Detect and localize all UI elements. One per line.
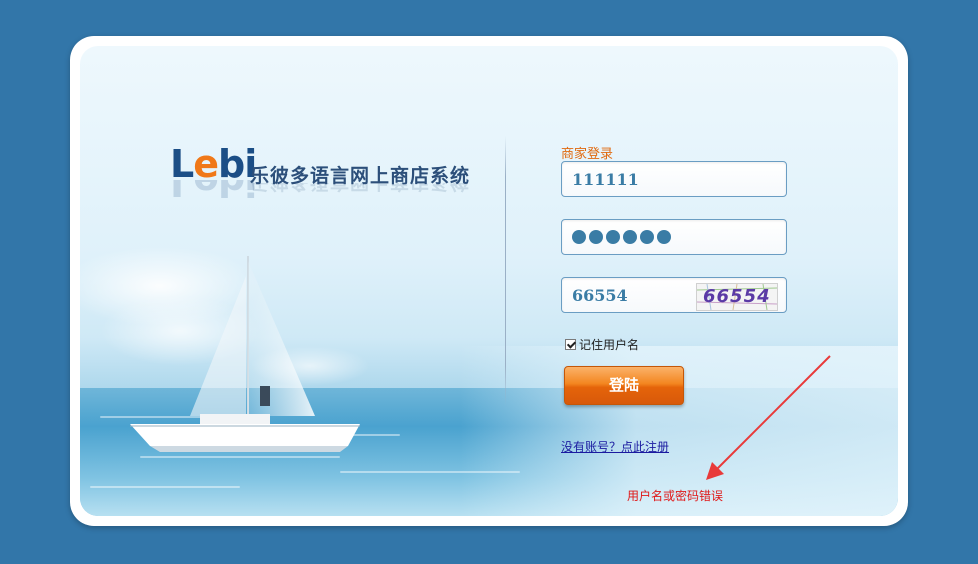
checkbox-checked-icon[interactable]	[565, 339, 576, 350]
system-title-reflection: 乐彼多语言网上商店系统	[250, 183, 470, 197]
password-dot	[657, 230, 671, 244]
remember-username[interactable]: 记住用户名	[565, 336, 639, 353]
login-card: Lebi Lebi 乐彼多语言网上商店系统 乐彼多语言网上商店系统 商家登录	[70, 36, 908, 526]
captcha-code: 66554	[703, 286, 771, 307]
logo-reflection-l: L	[170, 180, 194, 202]
remember-label: 记住用户名	[579, 338, 640, 352]
login-panel-background: Lebi Lebi 乐彼多语言网上商店系统 乐彼多语言网上商店系统 商家登录	[80, 46, 898, 516]
form-title: 商家登录	[561, 147, 614, 162]
logo-reflection: Lebi	[170, 180, 256, 202]
username-input[interactable]	[562, 162, 786, 196]
captcha-input[interactable]	[562, 278, 702, 312]
sailboat-image	[130, 256, 360, 452]
register-link[interactable]: 没有账号？点此注册	[561, 438, 669, 455]
password-dot	[640, 230, 654, 244]
error-message: 用户名或密码错误	[627, 489, 724, 503]
password-dot	[606, 230, 620, 244]
username-field[interactable]	[561, 161, 787, 197]
password-dot	[572, 230, 586, 244]
captcha-image[interactable]: 66554	[696, 283, 778, 311]
logo-reflection-e: e	[193, 180, 218, 202]
password-field[interactable]	[561, 219, 787, 255]
vertical-divider	[505, 136, 506, 406]
password-dot	[589, 230, 603, 244]
lebi-logo: Lebi Lebi	[170, 144, 257, 202]
password-masked-value	[572, 230, 671, 244]
login-button[interactable]: 登陆	[564, 366, 684, 405]
red-arrow-icon	[706, 355, 831, 480]
password-dot	[623, 230, 637, 244]
captcha-field[interactable]: 66554	[561, 277, 787, 313]
logo-wordmark: Lebi	[170, 144, 257, 184]
wave-decoration	[140, 456, 340, 458]
wave-decoration	[90, 486, 240, 488]
